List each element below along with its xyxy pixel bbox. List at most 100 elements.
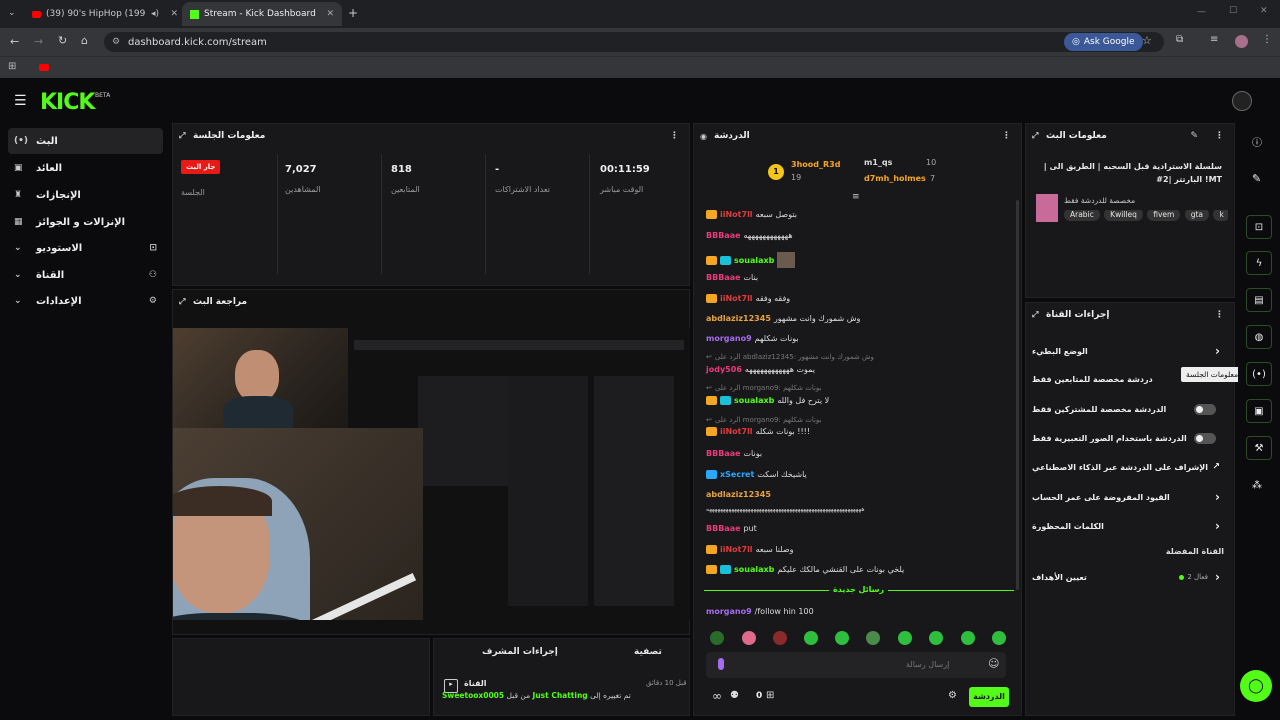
- send-chat-button[interactable]: الدردشة: [969, 687, 1009, 707]
- chat-username[interactable]: BBBaae: [706, 273, 741, 282]
- back-icon[interactable]: ←: [10, 35, 19, 48]
- ask-google-button[interactable]: ◎ Ask Google: [1064, 33, 1143, 51]
- chat-username[interactable]: iiNot7ll: [720, 294, 753, 303]
- gift-icon[interactable]: ⊞: [766, 690, 774, 701]
- rail-screen-icon[interactable]: ⊡: [1246, 215, 1272, 239]
- chat-username[interactable]: BBBaae: [706, 524, 741, 533]
- sidebar-item-live[interactable]: (•) البث: [8, 128, 163, 154]
- new-messages-label[interactable]: رسائل جديدة: [829, 585, 889, 594]
- leader-name[interactable]: 3hood_R3d: [791, 160, 840, 169]
- leader-name[interactable]: d7mh_holmes: [864, 174, 926, 183]
- chat-username[interactable]: BBBaae: [706, 231, 741, 240]
- resize-icon[interactable]: ⤢: [179, 131, 185, 141]
- chat-username[interactable]: abdlaziz12345: [706, 490, 771, 499]
- chat-username[interactable]: abdlaziz12345: [706, 314, 771, 323]
- chat-username[interactable]: iiNot7ll: [720, 427, 753, 436]
- minimize-icon[interactable]: —: [1197, 7, 1206, 17]
- resize-icon[interactable]: ⤢: [1032, 131, 1038, 141]
- emote-icon[interactable]: [961, 631, 975, 645]
- sidebar-item-channel[interactable]: ⌄ القناة ⚇: [8, 262, 163, 288]
- close-icon[interactable]: ✕: [326, 9, 334, 19]
- apps-grid-icon[interactable]: ⊞: [8, 61, 16, 72]
- rail-storage-icon[interactable]: ▣: [1246, 399, 1272, 423]
- resize-icon[interactable]: ⤢: [179, 297, 185, 307]
- extensions-icon[interactable]: ⧉: [1176, 34, 1183, 45]
- emote-icon[interactable]: [898, 631, 912, 645]
- leader-name[interactable]: m1_qs: [864, 158, 892, 167]
- tag[interactable]: Kwilleq: [1104, 210, 1143, 221]
- hamburger-menu-icon[interactable]: ☰: [14, 93, 27, 109]
- event-category[interactable]: Just Chatting: [533, 691, 588, 700]
- more-options-icon[interactable]: ⋮: [1215, 310, 1224, 320]
- emote-only-toggle[interactable]: [1194, 432, 1216, 444]
- subscribers-only-action[interactable]: الدردشة مخصصة للمشتركين فقط: [1032, 398, 1228, 420]
- sidebar-item-settings[interactable]: ⌄ الإعدادات ⚙: [8, 288, 163, 314]
- tag[interactable]: fivem: [1147, 210, 1181, 221]
- rail-bolt-icon[interactable]: ϟ: [1246, 251, 1272, 275]
- chat-username[interactable]: morgano9: [706, 607, 752, 616]
- reload-icon[interactable]: ↻: [58, 34, 67, 47]
- user-avatar[interactable]: [1232, 91, 1252, 111]
- tag[interactable]: gta: [1184, 210, 1210, 221]
- maximize-icon[interactable]: ☐: [1229, 6, 1237, 16]
- chat-username[interactable]: soualaxb: [734, 396, 774, 405]
- edit-icon[interactable]: ✎: [1190, 131, 1198, 141]
- close-icon[interactable]: ✕: [170, 9, 178, 19]
- edit-icon[interactable]: ✎: [1252, 172, 1261, 185]
- emote-icon[interactable]: [773, 631, 787, 645]
- close-window-icon[interactable]: ✕: [1260, 6, 1268, 16]
- chat-username[interactable]: soualaxb: [734, 565, 774, 574]
- media-icon[interactable]: ≡: [1210, 34, 1218, 45]
- chat-settings-icon[interactable]: ⚙: [948, 690, 957, 701]
- browser-menu-icon[interactable]: ⋮: [1262, 34, 1272, 45]
- rail-document-icon[interactable]: ▤: [1246, 288, 1272, 312]
- home-icon[interactable]: ⌂: [81, 34, 88, 47]
- message-input[interactable]: ☺ إرسال رسالة: [706, 652, 1006, 678]
- users-icon[interactable]: ⚉: [730, 690, 739, 701]
- forward-icon[interactable]: →: [34, 35, 43, 48]
- slow-mode-action[interactable]: الوضع البطيء ›: [1032, 340, 1228, 362]
- support-chat-button[interactable]: ◯: [1240, 670, 1272, 702]
- info-icon[interactable]: ⓘ: [1252, 134, 1262, 149]
- event-user[interactable]: Sweetoox0005: [442, 691, 504, 700]
- ai-moderation-action[interactable]: الإشراف على الدردشة عبر الذكاء الاصطناعي…: [1032, 456, 1228, 478]
- chat-username[interactable]: xSecret: [720, 470, 754, 479]
- emote-icon[interactable]: [742, 631, 756, 645]
- rail-wrench-icon[interactable]: ⚒: [1246, 436, 1272, 460]
- url-field[interactable]: ⚙ dashboard.kick.com/stream: [104, 32, 1164, 52]
- account-age-action[interactable]: القيود المفروضة على عمر الحساب ›: [1032, 486, 1228, 508]
- site-info-icon[interactable]: ⚙: [112, 37, 120, 47]
- emote-icon[interactable]: [804, 631, 818, 645]
- chat-username[interactable]: jody506: [706, 365, 742, 374]
- category-name[interactable]: مخصصة للدردشة فقط: [1064, 196, 1135, 205]
- chat-scrollbar[interactable]: [1016, 200, 1019, 590]
- sidebar-item-revenue[interactable]: ▣ العائد: [8, 155, 163, 181]
- more-options-icon[interactable]: ⋮: [670, 131, 679, 141]
- more-options-icon[interactable]: ⋮: [1002, 131, 1011, 141]
- banned-words-action[interactable]: الكلمات المحظورة ›: [1032, 515, 1228, 537]
- chat-username[interactable]: soualaxb: [734, 256, 774, 265]
- category-thumbnail[interactable]: [1036, 194, 1058, 222]
- rail-chat-icon[interactable]: ◍: [1246, 325, 1272, 349]
- browser-tab-kick[interactable]: Stream - Kick Dashboard ✕: [182, 2, 342, 26]
- chat-username[interactable]: iiNot7ll: [720, 210, 753, 219]
- chat-username[interactable]: morgano9: [706, 334, 752, 343]
- more-options-icon[interactable]: ⋮: [1215, 131, 1224, 141]
- profile-avatar[interactable]: [1235, 35, 1248, 48]
- sidebar-item-studio[interactable]: ⌄ الاستوديو ⊡: [8, 235, 163, 261]
- tag[interactable]: k: [1213, 210, 1228, 221]
- rail-session-info-icon[interactable]: (•): [1246, 362, 1272, 386]
- chat-username[interactable]: BBBaae: [706, 449, 741, 458]
- browser-tab-youtube[interactable]: (39) 90's HipHop (1995) - T ◂) ✕: [26, 2, 178, 26]
- emote-icon[interactable]: [992, 631, 1006, 645]
- expand-leaderboard-icon[interactable]: ≡: [852, 192, 860, 202]
- chat-username[interactable]: iiNot7ll: [720, 545, 753, 554]
- emoji-icon[interactable]: ☺: [988, 657, 999, 670]
- emote-icon[interactable]: [835, 631, 849, 645]
- youtube-bookmark-icon[interactable]: [39, 64, 49, 71]
- emote-icon[interactable]: [929, 631, 943, 645]
- emote-only-action[interactable]: الدردشة باستخدام الصور التعبيرية فقط: [1032, 427, 1228, 449]
- new-tab-icon[interactable]: +: [348, 6, 358, 20]
- kick-logo[interactable]: KICK: [40, 90, 95, 115]
- emote-icon[interactable]: [866, 631, 880, 645]
